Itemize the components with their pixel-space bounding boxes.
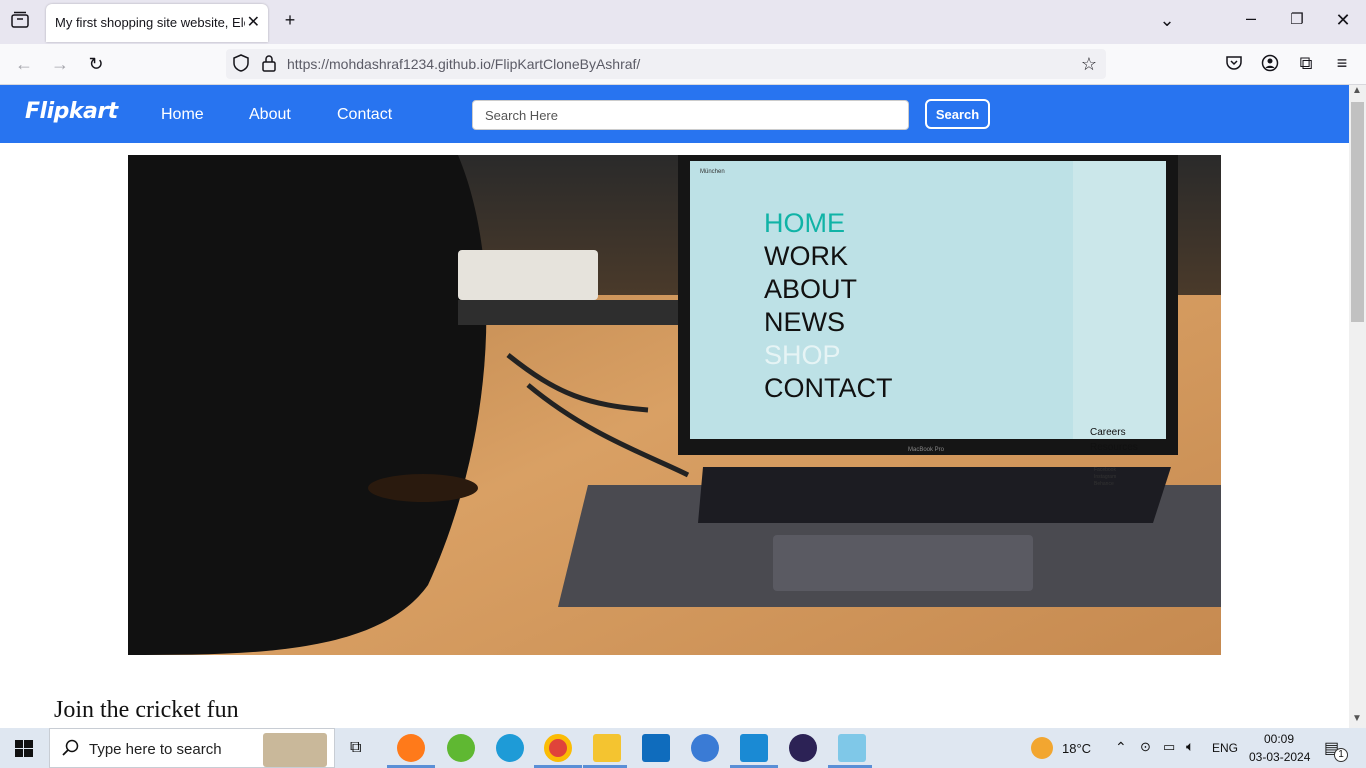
weather-temperature[interactable]: 18°C bbox=[1062, 741, 1091, 756]
weather-icon[interactable] bbox=[1031, 737, 1053, 759]
clock-date[interactable]: 03-03-2024 bbox=[1249, 750, 1310, 764]
url-bar[interactable]: https://mohdashraf1234.github.io/FlipKar… bbox=[226, 49, 1106, 79]
reload-icon[interactable]: ↻ bbox=[84, 54, 108, 74]
clock-time[interactable]: 00:09 bbox=[1264, 732, 1294, 746]
file-explorer-icon[interactable] bbox=[593, 734, 621, 762]
meet-now-icon[interactable]: ⊙ bbox=[1140, 739, 1151, 755]
task-view-icon[interactable]: ⧉ bbox=[350, 739, 361, 757]
site-logo[interactable]: Flipkart bbox=[25, 99, 118, 124]
mail-icon[interactable] bbox=[642, 734, 670, 762]
nav-link-about[interactable]: About bbox=[249, 106, 291, 124]
page-viewport: Flipkart Home About Contact Search Here … bbox=[0, 85, 1349, 726]
taskbar-search-text: Type here to search bbox=[89, 741, 222, 758]
spring-tool-icon[interactable] bbox=[447, 734, 475, 762]
account-icon[interactable] bbox=[1258, 54, 1282, 76]
hero-image: München HOME WORK ABOUT NEWS SHOP CONTAC… bbox=[128, 155, 1221, 655]
hero-menu-contact: CONTACT bbox=[764, 373, 893, 403]
url-path: /FlipKartCloneByAshraf/ bbox=[490, 56, 641, 72]
notification-count-badge: 1 bbox=[1334, 748, 1348, 762]
language-indicator[interactable]: ENG bbox=[1212, 741, 1238, 755]
notepad-icon[interactable] bbox=[838, 734, 866, 762]
hero-menu-home: HOME bbox=[764, 208, 845, 238]
battery-icon[interactable]: ▭ bbox=[1163, 739, 1175, 755]
nav-link-contact[interactable]: Contact bbox=[337, 106, 392, 124]
magnifier-icon bbox=[62, 739, 80, 762]
new-tab-icon[interactable]: + bbox=[279, 10, 301, 31]
lock-icon[interactable] bbox=[257, 54, 281, 76]
vscode-icon[interactable] bbox=[740, 734, 768, 762]
tab-list-chevron-icon[interactable]: ⌄ bbox=[1156, 10, 1178, 31]
volume-icon[interactable]: 🔈︎ bbox=[1186, 738, 1194, 755]
scroll-up-icon[interactable]: ▲ bbox=[1352, 85, 1362, 96]
minimize-icon[interactable]: – bbox=[1240, 8, 1262, 29]
hero-link-careers: Careers bbox=[1090, 427, 1126, 438]
edge-icon[interactable] bbox=[496, 734, 524, 762]
site-header: Flipkart Home About Contact Search bbox=[0, 85, 1349, 143]
show-hidden-icons-icon[interactable]: ⌃ bbox=[1115, 739, 1127, 756]
scroll-down-icon[interactable]: ▼ bbox=[1352, 713, 1362, 724]
browser-tab-strip: My first shopping site website, Elect ✕ … bbox=[0, 0, 1366, 44]
hero-menu-work: WORK bbox=[764, 241, 848, 271]
chrome-icon[interactable] bbox=[544, 734, 572, 762]
page-scrollbar[interactable]: ▲ ▼ bbox=[1349, 85, 1366, 728]
extensions-icon[interactable]: ⧉ bbox=[1294, 53, 1318, 73]
browser-navbar: ← → ↻ https://mohdashraf1234.github.io/F… bbox=[0, 44, 1366, 85]
hero-menu-shop: SHOP bbox=[764, 340, 841, 370]
hero-menu-news: NEWS bbox=[764, 307, 845, 337]
shield-icon[interactable] bbox=[229, 54, 253, 76]
hero-screen-menu: HOME WORK ABOUT NEWS SHOP CONTACT bbox=[764, 207, 893, 405]
hero-link-resources: Resources bbox=[1090, 442, 1138, 453]
tab-overview-icon[interactable] bbox=[9, 11, 31, 31]
start-button-icon[interactable] bbox=[15, 740, 33, 762]
nav-link-home[interactable]: Home bbox=[161, 106, 204, 124]
eclipse-icon[interactable] bbox=[789, 734, 817, 762]
url-text[interactable]: https://mohdashraf1234.github.io/FlipKar… bbox=[287, 56, 640, 72]
hero-screen-social: Facebook Instagram Behance bbox=[1094, 467, 1116, 488]
browser-tab[interactable]: My first shopping site website, Elect ✕ bbox=[46, 4, 268, 42]
hero-screen-city: München bbox=[700, 169, 725, 175]
back-icon[interactable]: ← bbox=[12, 54, 36, 74]
tab-close-icon[interactable]: ✕ bbox=[247, 12, 260, 32]
firefox-icon[interactable] bbox=[397, 734, 425, 762]
forward-icon[interactable]: → bbox=[48, 54, 72, 74]
taskbar-search-box[interactable]: Type here to search bbox=[49, 728, 335, 768]
hero-menu-about: ABOUT bbox=[764, 274, 858, 304]
url-host: https://mohdashraf1234.github.io bbox=[287, 56, 491, 72]
window-close-icon[interactable]: ✕ bbox=[1332, 10, 1354, 31]
section-heading: Join the cricket fun bbox=[54, 697, 239, 723]
bookmark-star-icon[interactable]: ☆ bbox=[1077, 54, 1101, 74]
hero-screen-side-links: Careers Resources bbox=[1090, 425, 1138, 455]
scroll-thumb[interactable] bbox=[1351, 102, 1364, 322]
tab-title: My first shopping site website, Elect bbox=[55, 15, 245, 30]
hero-social-facebook: Facebook bbox=[1094, 467, 1116, 473]
restore-icon[interactable]: ❐ bbox=[1286, 10, 1308, 28]
pocket-icon[interactable] bbox=[1222, 54, 1246, 76]
search-input[interactable] bbox=[472, 100, 909, 130]
dolphin-icon[interactable] bbox=[691, 734, 719, 762]
hero-laptop-label: MacBook Pro bbox=[908, 447, 945, 453]
hero-social-instagram: Instagram bbox=[1094, 474, 1117, 480]
hero-social-behance: Behance bbox=[1094, 481, 1114, 487]
search-button[interactable]: Search bbox=[925, 99, 990, 129]
windows-taskbar: Type here to search ⧉ 18°C ⌃ ⊙ ▭ 🔈︎ ENG … bbox=[0, 728, 1366, 768]
search-highlight-icon bbox=[263, 733, 327, 767]
app-menu-icon[interactable]: ≡ bbox=[1330, 53, 1354, 73]
